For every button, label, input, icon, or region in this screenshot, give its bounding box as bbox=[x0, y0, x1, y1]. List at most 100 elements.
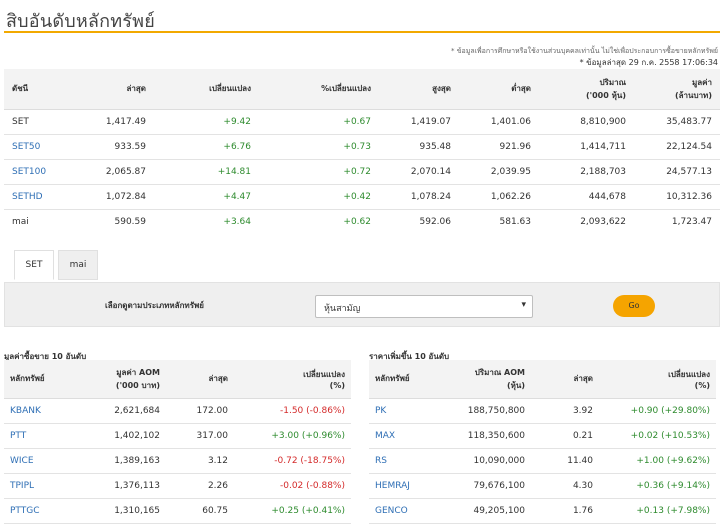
last-price: 60.75 bbox=[166, 498, 234, 524]
index-table-header: ดัชนี ล่าสุด เปลี่ยนแปลง %เปลี่ยนแปลง สู… bbox=[4, 69, 720, 110]
index-volume: 444,678 bbox=[539, 184, 634, 210]
index-last: 1,417.49 bbox=[74, 109, 154, 135]
symbol-link[interactable]: PK bbox=[369, 398, 439, 424]
index-name[interactable]: SET50 bbox=[4, 134, 74, 160]
aom-value: 10,090,000 bbox=[439, 448, 531, 474]
col-high: สูงสุด bbox=[379, 69, 459, 110]
index-low: 1,062.26 bbox=[459, 184, 539, 210]
index-high: 1,078.24 bbox=[379, 184, 459, 210]
last-price: 3.92 bbox=[531, 398, 599, 424]
col-change: เปลี่ยนแปลง (%) bbox=[599, 360, 716, 399]
index-row: SET50 933.59 +6.76 +0.73 935.48 921.96 1,414,7… bbox=[4, 134, 720, 160]
symbol-link[interactable]: HEMRAJ bbox=[369, 473, 439, 499]
tab-set[interactable]: SET bbox=[14, 250, 54, 280]
top-value-header: หลักทรัพย์ มูลค่า AOM ('000 บาท) ล่าสุด … bbox=[4, 360, 351, 399]
aom-value: 118,350,600 bbox=[439, 423, 531, 449]
filter-bar: เลือกดูตามประเภทหลักทรัพย์ หุ้นสามัญ ▾ G… bbox=[4, 282, 720, 327]
index-volume: 2,093,622 bbox=[580, 216, 626, 227]
price-change: -0.02 (-0.88%) bbox=[234, 473, 351, 499]
symbol-link[interactable]: MAX bbox=[369, 423, 439, 449]
index-row: SET 1,417.49 +9.42 +0.67 1,419.07 1,401.06 8,8… bbox=[4, 109, 720, 135]
index-last: 590.59 bbox=[114, 216, 147, 227]
last-price: 4.30 bbox=[531, 473, 599, 499]
table-row: TPIPL 1,376,113 2.26 -0.02 (-0.88%) bbox=[4, 473, 351, 499]
aom-value: 188,750,800 bbox=[439, 398, 531, 424]
price-change: +1.00 (+9.62%) bbox=[599, 448, 716, 474]
index-last: 2,065.87 bbox=[74, 159, 154, 185]
index-row: SET100 2,065.87 +14.81 +0.72 2,070.14 2,039.9… bbox=[4, 159, 720, 185]
index-pct-change: +0.42 bbox=[259, 184, 379, 210]
price-change: -1.50 (-0.86%) bbox=[234, 398, 351, 424]
table-row: WICE 1,389,163 3.12 -0.72 (-18.75%) bbox=[4, 448, 351, 474]
index-name: SET bbox=[4, 109, 74, 135]
symbol-link[interactable]: TPIPL bbox=[4, 473, 74, 499]
index-name[interactable]: SETHD bbox=[4, 184, 74, 210]
index-value: 10,312.36 bbox=[634, 184, 720, 210]
index-low: 1,401.06 bbox=[459, 109, 539, 135]
index-volume: 8,810,900 bbox=[539, 109, 634, 135]
table-row: RS 10,090,000 11.40 +1.00 (+9.62%) bbox=[369, 448, 716, 474]
index-name[interactable]: SET100 bbox=[4, 159, 74, 185]
top-gainers-header: หลักทรัพย์ ปริมาณ AOM (หุ้น) ล่าสุด เปลี… bbox=[369, 360, 716, 399]
price-change: +3.00 (+0.96%) bbox=[234, 423, 351, 449]
tab-mai[interactable]: mai bbox=[58, 250, 98, 280]
table-row: PTTGC 1,310,165 60.75 +0.25 (+0.41%) bbox=[4, 498, 351, 524]
last-price: 3.12 bbox=[166, 448, 234, 474]
top-gainers-table: หลักทรัพย์ ปริมาณ AOM (หุ้น) ล่าสุด เปลี… bbox=[369, 360, 716, 524]
index-high: 1,419.07 bbox=[379, 109, 459, 135]
aom-value: 1,402,102 bbox=[74, 423, 166, 449]
security-type-select[interactable]: หุ้นสามัญ ▾ bbox=[315, 295, 533, 318]
table-row: KBANK 2,621,684 172.00 -1.50 (-0.86%) bbox=[4, 398, 351, 424]
symbol-link[interactable]: WICE bbox=[4, 448, 74, 474]
index-high: 935.48 bbox=[379, 134, 459, 160]
index-value: 35,483.77 bbox=[634, 109, 720, 135]
index-value: 22,124.54 bbox=[634, 134, 720, 160]
index-volume: 2,188,703 bbox=[539, 159, 634, 185]
last-price: 2.26 bbox=[166, 473, 234, 499]
aom-value: 49,205,100 bbox=[439, 498, 531, 524]
aom-value: 1,376,113 bbox=[74, 473, 166, 499]
top-value-table: หลักทรัพย์ มูลค่า AOM ('000 บาท) ล่าสุด … bbox=[4, 360, 351, 524]
symbol-link[interactable]: PTT bbox=[4, 423, 74, 449]
col-symbol: หลักทรัพย์ bbox=[369, 360, 439, 399]
aom-value: 79,676,100 bbox=[439, 473, 531, 499]
index-change: +14.81 bbox=[154, 159, 259, 185]
index-value: 24,577.13 bbox=[634, 159, 720, 185]
price-change: -0.72 (-18.75%) bbox=[234, 448, 351, 474]
index-change: +9.42 bbox=[154, 109, 259, 135]
col-change: เปลี่ยนแปลง (%) bbox=[234, 360, 351, 399]
disclaimer-note: * ข้อมูลเพื่อการศึกษาหรือใช้งานส่วนบุคคล… bbox=[451, 47, 718, 55]
index-pct-change: +0.62 bbox=[343, 216, 371, 227]
go-button[interactable]: Go bbox=[613, 295, 655, 317]
symbol-link[interactable]: RS bbox=[369, 448, 439, 474]
price-change: +0.36 (+9.14%) bbox=[599, 473, 716, 499]
last-price: 0.21 bbox=[531, 423, 599, 449]
index-low: 2,039.95 bbox=[459, 159, 539, 185]
col-low: ต่ำสุด bbox=[459, 69, 539, 110]
col-value: มูลค่า (ล้านบาท) bbox=[634, 69, 720, 110]
index-change: +3.64 bbox=[223, 216, 251, 227]
security-type-label: เลือกดูตามประเภทหลักทรัพย์ bbox=[105, 301, 204, 310]
index-high: 2,070.14 bbox=[379, 159, 459, 185]
symbol-link[interactable]: PTTGC bbox=[4, 498, 74, 524]
index-value: 1,723.47 bbox=[671, 216, 712, 227]
index-high: 592.06 bbox=[419, 216, 452, 227]
table-row: GENCO 49,205,100 1.76 +0.13 (+7.98%) bbox=[369, 498, 716, 524]
last-price: 172.00 bbox=[166, 398, 234, 424]
col-last: ล่าสุด bbox=[74, 69, 154, 110]
index-last: 933.59 bbox=[74, 134, 154, 160]
symbol-link[interactable]: KBANK bbox=[4, 398, 74, 424]
last-price: 1.76 bbox=[531, 498, 599, 524]
index-volume: 1,414,711 bbox=[539, 134, 634, 160]
aom-value: 1,310,165 bbox=[74, 498, 166, 524]
table-row: PTT 1,402,102 317.00 +3.00 (+0.96%) bbox=[4, 423, 351, 449]
index-last: 1,072.84 bbox=[74, 184, 154, 210]
index-change: +4.47 bbox=[154, 184, 259, 210]
table-row: MAX 118,350,600 0.21 +0.02 (+10.53%) bbox=[369, 423, 716, 449]
symbol-link[interactable]: GENCO bbox=[369, 498, 439, 524]
index-low: 581.63 bbox=[499, 216, 532, 227]
col-last: ล่าสุด bbox=[531, 360, 599, 399]
col-aom: ปริมาณ AOM (หุ้น) bbox=[439, 360, 531, 399]
col-pct-change: %เปลี่ยนแปลง bbox=[259, 69, 379, 110]
table-row: PK 188,750,800 3.92 +0.90 (+29.80%) bbox=[369, 398, 716, 424]
